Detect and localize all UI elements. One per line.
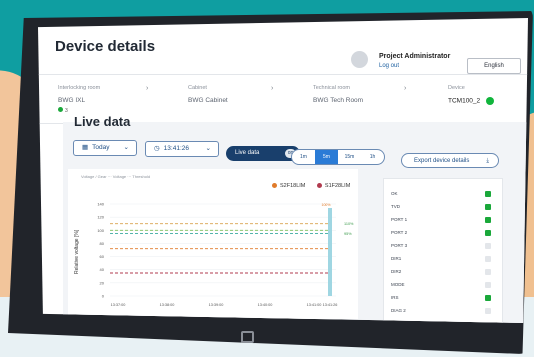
device-name: TCM100_2	[448, 97, 481, 105]
voltage-chart: Relative voltage [%] 140 120 100 80 60 40 20 0 13…	[74, 202, 354, 308]
calendar-icon: ▦	[82, 144, 89, 151]
signal-row: DIR2	[391, 269, 402, 274]
signal-status-indicator	[485, 282, 491, 288]
download-icon: ⤓	[486, 158, 489, 164]
y-tick-label: 20	[100, 280, 105, 285]
live-data-button[interactable]: Live data on	[226, 146, 300, 161]
range-15m[interactable]: 15m	[338, 150, 361, 164]
breadcrumb-technical-room[interactable]: Technical room BWG Tech Room	[313, 85, 363, 104]
breadcrumb-device[interactable]: Device TCM100_2	[448, 85, 495, 105]
breadcrumb-value: BWG Cabinet	[188, 97, 228, 104]
language-select[interactable]: English	[467, 58, 521, 74]
avatar[interactable]	[351, 51, 368, 68]
signal-row: DIAG 2	[391, 308, 406, 313]
y-tick-label: 100	[97, 228, 104, 233]
chevron-down-icon: ⌄	[123, 144, 129, 151]
chart-legend-small: Voltage / Gear ··· Voltage ··· Threshold	[81, 174, 151, 179]
y-axis-label: Relative voltage [%]	[74, 229, 80, 274]
export-label: Export device details	[414, 158, 470, 164]
signal-status-indicator	[485, 217, 491, 223]
x-end-label: 13:41:26	[323, 303, 338, 307]
x-tick-label: 13:40:00	[258, 303, 273, 307]
signal-status-card	[383, 178, 503, 323]
signal-row: PORT 2	[391, 230, 408, 235]
x-tick-label: 13:38:00	[160, 303, 175, 307]
signal-row: TVD	[391, 204, 400, 209]
signal-row: MODE	[391, 282, 405, 287]
x-tick-label: 13:41:00	[307, 303, 322, 307]
legend-swatch	[316, 183, 322, 189]
section-title: Live data	[74, 114, 131, 129]
y-tick-label: 140	[97, 202, 104, 207]
range-5m[interactable]: 5m	[315, 150, 338, 164]
legend-label: S1F28LIM	[324, 183, 351, 189]
current-time-marker	[328, 208, 332, 296]
signal-status-indicator	[485, 256, 491, 262]
status-count: 3	[64, 108, 68, 114]
breadcrumb-label: Device	[448, 85, 465, 91]
time-select[interactable]: ◷ 13:41:26 ⌄	[145, 141, 219, 157]
right-threshold-label: 110%	[344, 222, 354, 226]
signal-status-indicator	[485, 204, 491, 210]
breadcrumb-value: BWG Tech Room	[313, 97, 364, 104]
x-tick-label: 13:39:00	[209, 303, 224, 307]
x-tick-label: 13:37:00	[111, 303, 126, 307]
signal-row: PORT 3	[391, 243, 408, 248]
breadcrumb-interlocking-room[interactable]: Interlocking room BWG IXL 3	[58, 85, 100, 114]
date-select-value: Today	[92, 144, 110, 151]
signal-row: DIR1	[391, 256, 402, 261]
logout-link[interactable]: Log out	[379, 63, 399, 69]
app-screen: Device details Project Administrator Log…	[38, 18, 528, 323]
breadcrumb-label: Cabinet	[188, 85, 207, 91]
legend-item-s1f28lim[interactable]: S1F28LIM	[316, 183, 351, 189]
signal-row: IRS	[391, 295, 399, 300]
signal-status-indicator	[485, 295, 491, 301]
export-device-details-button[interactable]: Export device details ⤓	[401, 153, 499, 168]
range-1h[interactable]: 1h	[361, 150, 384, 164]
user-name: Project Administrator	[379, 53, 451, 60]
breadcrumb-label: Interlocking room	[58, 85, 101, 91]
marker-top-label: 100%	[322, 203, 331, 207]
time-range-selector: 1m 5m 15m 1h	[291, 149, 385, 165]
breadcrumb-device-value: TCM100_2	[448, 97, 495, 105]
y-tick-label: 120	[97, 215, 104, 220]
range-1m[interactable]: 1m	[292, 150, 315, 164]
signal-row: OK	[391, 191, 398, 196]
series-legend: S2F18LIM S1F28LIM	[272, 183, 360, 189]
signal-status-indicator	[485, 191, 491, 197]
y-tick-label: 0	[102, 294, 105, 299]
signal-status-indicator	[485, 308, 491, 314]
device-status-dot	[486, 97, 495, 105]
date-select[interactable]: ▦ Today ⌄	[73, 140, 137, 156]
breadcrumb-label: Technical room	[313, 85, 350, 91]
live-data-label: Live data	[235, 150, 260, 156]
signal-status-indicator	[485, 269, 491, 275]
chevron-down-icon: ⌄	[205, 145, 211, 152]
right-threshold-label: 95%	[344, 232, 352, 236]
signal-status-indicator	[485, 243, 491, 249]
status-dot: 3	[58, 107, 68, 114]
legend-item-s2f18lim[interactable]: S2F18LIM	[272, 183, 305, 189]
time-select-value: 13:41:26	[163, 145, 189, 152]
tablet-home-button	[241, 331, 254, 343]
y-tick-label: 80	[100, 241, 105, 246]
clock-icon: ◷	[154, 145, 160, 152]
breadcrumb-cabinet[interactable]: Cabinet BWG Cabinet	[188, 85, 228, 104]
y-tick-label: 40	[100, 267, 105, 272]
page-title: Device details	[55, 38, 156, 55]
legend-label: S2F18LIM	[280, 183, 306, 189]
signal-row: PORT 1	[391, 217, 408, 222]
y-tick-label: 60	[100, 254, 105, 259]
breadcrumb-value: BWG IXL	[58, 97, 86, 104]
signal-status-indicator	[485, 230, 491, 236]
legend-swatch	[272, 183, 277, 189]
